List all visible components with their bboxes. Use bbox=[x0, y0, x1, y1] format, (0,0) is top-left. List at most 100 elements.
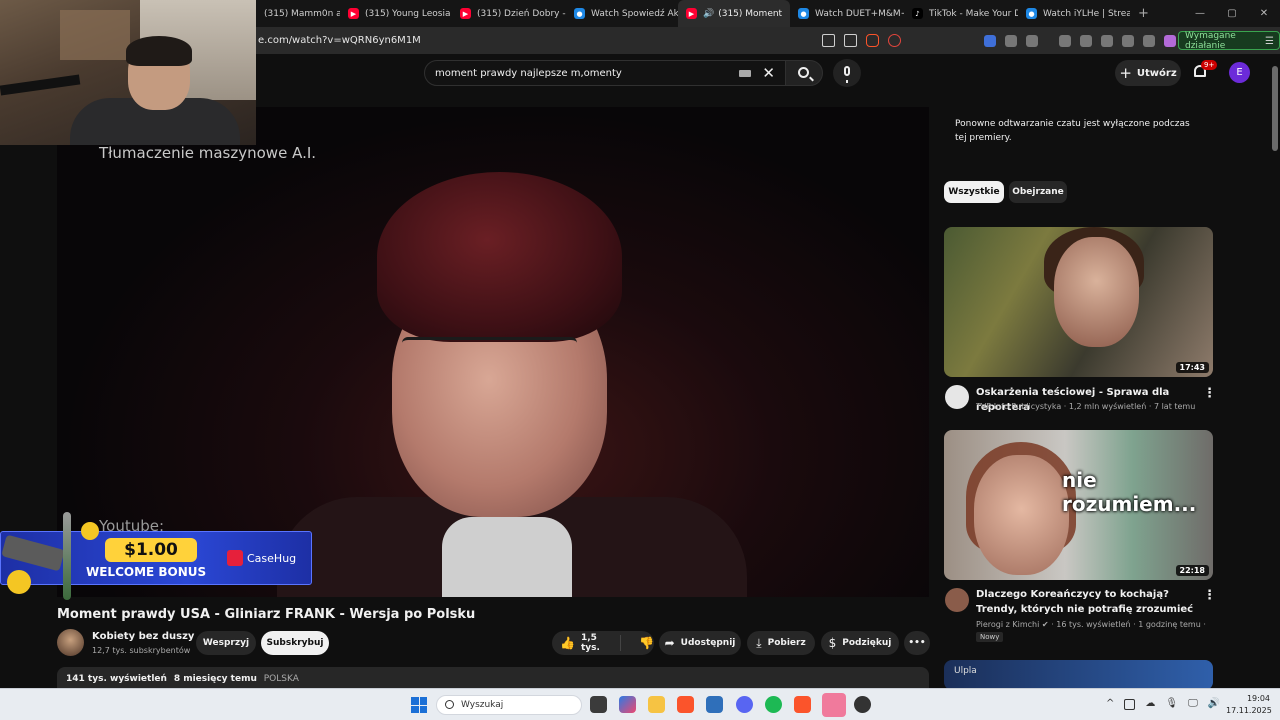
recommendation-title[interactable]: Dlaczego Koreańczycy to kochają? Trendy,… bbox=[976, 587, 1196, 617]
recommendation-meta: TVP Info Publicystyka · 1,2 mln wyświetl… bbox=[976, 402, 1196, 411]
keyboard-icon[interactable] bbox=[739, 70, 751, 77]
account-avatar[interactable]: E bbox=[1229, 62, 1250, 83]
notifications-button[interactable]: 9+ bbox=[1192, 60, 1218, 81]
brave-icon[interactable] bbox=[677, 696, 694, 713]
channel-avatar[interactable] bbox=[57, 629, 84, 656]
tab-title: (315) Mamm0n ale to bbox=[264, 8, 340, 19]
app-icon[interactable] bbox=[822, 693, 846, 717]
share-arrow-icon: ➦ bbox=[664, 636, 675, 650]
recommendation-thumbnail[interactable]: 17:43 bbox=[944, 227, 1213, 377]
extension-icon[interactable] bbox=[984, 34, 996, 47]
chip-all[interactable]: Wszystkie bbox=[944, 181, 1004, 203]
network-icon[interactable]: 🖵 bbox=[1188, 698, 1198, 710]
recommendation-channel[interactable]: TVP Info Publicystyka bbox=[976, 402, 1061, 411]
voice-search-button[interactable] bbox=[833, 59, 861, 87]
clear-search-icon[interactable]: ✕ bbox=[762, 64, 775, 82]
profile-icon[interactable] bbox=[1164, 34, 1176, 47]
like-count[interactable]: 1,5 tys. bbox=[581, 633, 617, 653]
recommendation-thumbnail[interactable]: Ulpla bbox=[944, 660, 1213, 690]
menu-icon: ☰ bbox=[1265, 36, 1274, 47]
recommendation-channel[interactable]: Pierogi z Kimchi ✔ bbox=[976, 620, 1049, 629]
chip-watched[interactable]: Obejrzane bbox=[1009, 181, 1067, 203]
wallet-icon[interactable] bbox=[1101, 34, 1113, 47]
ad-banner[interactable]: $1.00 WELCOME BONUS CaseHug bbox=[0, 512, 312, 600]
maximize-button[interactable]: ▢ bbox=[1216, 8, 1248, 19]
thanks-button[interactable]: $ Podziękuj bbox=[821, 631, 899, 655]
clock[interactable]: 19:04 17.11.2025 bbox=[1226, 693, 1272, 717]
recommendation-thumbnail[interactable]: nie rozumiem... 22:18 bbox=[944, 430, 1213, 580]
browser-tab[interactable]: ● Watch iYLHe | Stream bbox=[1018, 0, 1130, 27]
puzzle-icon[interactable] bbox=[1005, 34, 1017, 47]
screenshot-icon[interactable] bbox=[1026, 34, 1038, 47]
new-tab-button[interactable]: + bbox=[1138, 6, 1149, 21]
download-button[interactable]: ⤓ Pobierz bbox=[747, 631, 815, 655]
spotify-icon[interactable] bbox=[765, 696, 782, 713]
share-icon[interactable] bbox=[844, 34, 857, 47]
thumbs-down-icon[interactable]: 👎 bbox=[639, 636, 654, 650]
recommendation-menu-icon[interactable]: ⋮ bbox=[1203, 588, 1216, 603]
support-button[interactable]: Wesprzyj bbox=[196, 631, 256, 655]
obs-icon[interactable] bbox=[854, 696, 871, 713]
search-button[interactable] bbox=[785, 60, 823, 86]
recommendation-channel-avatar[interactable] bbox=[945, 588, 969, 612]
minimize-button[interactable]: — bbox=[1184, 8, 1216, 19]
brave-rewards-icon[interactable] bbox=[888, 34, 901, 47]
brave-active-icon[interactable] bbox=[794, 696, 811, 713]
leo-icon[interactable] bbox=[1122, 34, 1134, 47]
tray-chevron-icon[interactable]: ^ bbox=[1106, 698, 1114, 710]
video-frame-tshirt bbox=[442, 517, 572, 597]
thumbs-up-icon[interactable]: 👍 bbox=[560, 636, 575, 650]
create-button[interactable]: + Utwórz bbox=[1115, 60, 1181, 86]
required-action-button[interactable]: Wymagane działanie ☰ bbox=[1178, 31, 1280, 51]
music-icon[interactable] bbox=[1059, 34, 1071, 47]
recommendation-views: 16 tys. wyświetleń bbox=[1056, 620, 1131, 629]
video-frame-hair bbox=[377, 172, 622, 342]
tray-microphone-icon[interactable]: 🎙 bbox=[1165, 698, 1178, 710]
coin-graphic bbox=[7, 570, 31, 594]
close-window-button[interactable]: ✕ bbox=[1248, 8, 1280, 19]
file-explorer-icon[interactable] bbox=[648, 696, 665, 713]
onedrive-icon[interactable]: ☁ bbox=[1145, 698, 1155, 710]
browser-tab[interactable]: ▶ (315) Young Leosia - D bbox=[340, 0, 452, 27]
sidebar-icon[interactable] bbox=[1080, 34, 1092, 47]
taskbar-search[interactable]: Wyszukaj bbox=[436, 695, 582, 715]
copilot-icon[interactable] bbox=[619, 696, 636, 713]
browser-tab[interactable]: ● Watch DUET+M&M+ bbox=[790, 0, 904, 27]
recommendation-age: 1 godzinę temu bbox=[1138, 620, 1201, 629]
more-actions-button[interactable]: ••• bbox=[904, 631, 930, 655]
like-divider bbox=[620, 635, 621, 651]
recommendation-menu-icon[interactable]: ⋮ bbox=[1203, 386, 1216, 401]
store-icon[interactable] bbox=[706, 696, 723, 713]
recommendation-channel-avatar[interactable] bbox=[945, 385, 969, 409]
description-tag[interactable]: POLSKA bbox=[264, 674, 299, 684]
cast-icon[interactable] bbox=[822, 34, 835, 47]
microphone-icon bbox=[844, 66, 850, 83]
channel-name[interactable]: Kobiety bez duszy bbox=[92, 631, 194, 642]
subscribe-button[interactable]: Subskrybuj bbox=[261, 631, 329, 655]
brave-shields-icon[interactable] bbox=[866, 34, 879, 47]
tiktok-icon: ♪ bbox=[912, 8, 923, 19]
vpn-icon[interactable] bbox=[1143, 34, 1155, 47]
volume-icon[interactable]: 🔊 bbox=[1208, 698, 1220, 710]
browser-tab[interactable]: ▶ (315) Dzień Dobry - Yo bbox=[452, 0, 566, 27]
task-view-icon[interactable] bbox=[590, 696, 607, 713]
video-title: Moment prawdy USA - Gliniarz FRANK - Wer… bbox=[57, 607, 476, 622]
page-scrollbar[interactable] bbox=[1271, 54, 1280, 688]
url-field[interactable]: e.com/watch?v=wQRN6yn6M1M bbox=[258, 35, 421, 46]
windows-start-icon[interactable] bbox=[411, 697, 427, 713]
tab-title: Watch DUET+M&M+ bbox=[815, 8, 904, 19]
browser-tab-active[interactable]: ▶ 🔊 (315) Moment ✕ bbox=[678, 0, 790, 27]
tray-app-icon[interactable] bbox=[1124, 699, 1136, 710]
webcam-shelf bbox=[60, 10, 130, 60]
view-count: 141 tys. wyświetleń bbox=[66, 674, 167, 684]
video-player[interactable]: Tłumaczenie maszynowe A.I. Youtube: bbox=[57, 107, 929, 597]
discord-icon[interactable] bbox=[736, 696, 753, 713]
share-button[interactable]: ➦ Udostępnij bbox=[659, 631, 741, 655]
browser-tab[interactable]: (315) Mamm0n ale to bbox=[256, 0, 340, 27]
browser-tab[interactable]: ● Watch Spowiedź Aktor bbox=[566, 0, 678, 27]
tab-title: TikTok - Make Your Da bbox=[929, 8, 1018, 19]
browser-tab[interactable]: ♪ TikTok - Make Your Da bbox=[904, 0, 1018, 27]
scrollbar-thumb[interactable] bbox=[1272, 66, 1278, 151]
watch-icon: ● bbox=[574, 8, 585, 19]
search-input[interactable]: moment prawdy najlepsze m,omenty ✕ bbox=[424, 60, 786, 86]
